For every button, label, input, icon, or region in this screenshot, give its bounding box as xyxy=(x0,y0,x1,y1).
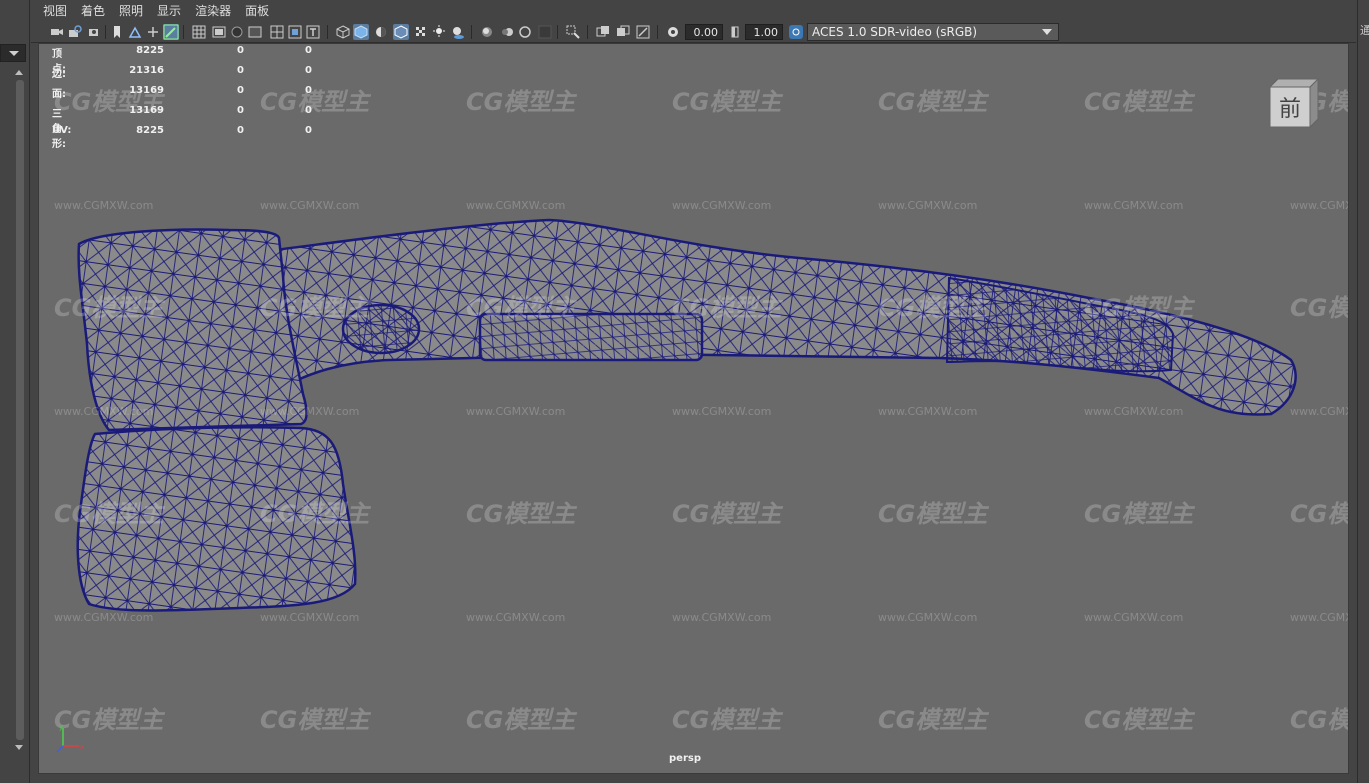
wireframe-on-shaded-icon[interactable] xyxy=(393,24,409,40)
lock-camera-icon[interactable] xyxy=(67,24,83,40)
menu-lighting[interactable]: 照明 xyxy=(119,2,143,19)
panel-toolbar: 0.00 1.00 ACES 1.0 SDR-video (sRGB) xyxy=(31,21,1356,43)
safe-title-icon[interactable] xyxy=(305,24,321,40)
camera-name-label: persp xyxy=(669,753,701,764)
color-management-view-select[interactable]: ACES 1.0 SDR-video (sRGB) xyxy=(807,23,1059,41)
resolution-gate-icon[interactable] xyxy=(229,24,245,40)
safe-action-icon[interactable] xyxy=(287,24,303,40)
exposure-icon[interactable] xyxy=(665,24,681,40)
wireframe-shading-icon[interactable] xyxy=(335,24,351,40)
scroll-down-arrow-icon[interactable] xyxy=(15,745,23,750)
menu-panels[interactable]: 面板 xyxy=(245,2,269,19)
svg-text:y: y xyxy=(59,723,63,731)
default-material-icon[interactable] xyxy=(373,24,389,40)
menu-view[interactable]: 视图 xyxy=(43,2,67,19)
image-plane-icon[interactable] xyxy=(127,24,143,40)
film-gate-icon[interactable] xyxy=(211,24,227,40)
field-chart-icon[interactable] xyxy=(269,24,285,40)
right-panel-label: 通 xyxy=(1360,24,1369,37)
xray-icon[interactable] xyxy=(595,24,611,40)
axis-gizmo-icon: y x xyxy=(56,723,84,753)
gamma-icon[interactable] xyxy=(727,24,743,40)
select-camera-icon[interactable] xyxy=(49,24,65,40)
motion-blur-icon[interactable] xyxy=(499,24,515,40)
gate-mask-icon[interactable] xyxy=(247,24,263,40)
anti-aliasing-icon[interactable] xyxy=(517,24,533,40)
vertical-scrollbar[interactable] xyxy=(16,80,24,740)
textured-icon[interactable] xyxy=(413,24,429,40)
grid-icon[interactable] xyxy=(191,24,207,40)
panel-dropdown[interactable] xyxy=(0,44,26,62)
shadows-icon[interactable] xyxy=(449,24,465,40)
left-panel-strip xyxy=(0,0,30,783)
isolate-select-icon[interactable] xyxy=(565,24,581,40)
depth-of-field-icon[interactable] xyxy=(537,24,553,40)
axe-wireframe-model[interactable] xyxy=(39,44,1349,774)
xray-joints-icon[interactable] xyxy=(615,24,631,40)
lights-icon[interactable] xyxy=(431,24,447,40)
gamma-field[interactable]: 1.00 xyxy=(745,24,783,40)
exposure-field[interactable]: 0.00 xyxy=(685,24,723,40)
view-cube[interactable]: 前 xyxy=(1266,77,1320,131)
grease-pencil-icon[interactable] xyxy=(163,24,179,40)
menu-renderer[interactable]: 渲染器 xyxy=(195,2,231,19)
svg-text:x: x xyxy=(80,743,84,751)
menu-shading[interactable]: 着色 xyxy=(81,2,105,19)
perspective-viewport[interactable]: CG模型主CG模型主CG模型主CG模型主CG模型主CG模型主CG模型主CG模型主… xyxy=(38,43,1349,774)
bookmark-icon[interactable] xyxy=(109,24,125,40)
menu-show[interactable]: 显示 xyxy=(157,2,181,19)
ambient-occlusion-icon[interactable] xyxy=(479,24,495,40)
backface-culling-icon[interactable] xyxy=(635,24,651,40)
smooth-shading-icon[interactable] xyxy=(353,24,369,40)
view-cube-face-label: 前 xyxy=(1279,97,1301,122)
panel-menu-bar: 视图 着色 照明 显示 渲染器 面板 xyxy=(31,0,1356,20)
scroll-up-arrow-icon[interactable] xyxy=(15,70,23,75)
camera-attributes-icon[interactable] xyxy=(87,24,103,40)
two-d-pan-zoom-icon[interactable] xyxy=(145,24,161,40)
color-management-icon[interactable] xyxy=(788,24,804,40)
right-panel-strip: 通 xyxy=(1357,0,1369,783)
